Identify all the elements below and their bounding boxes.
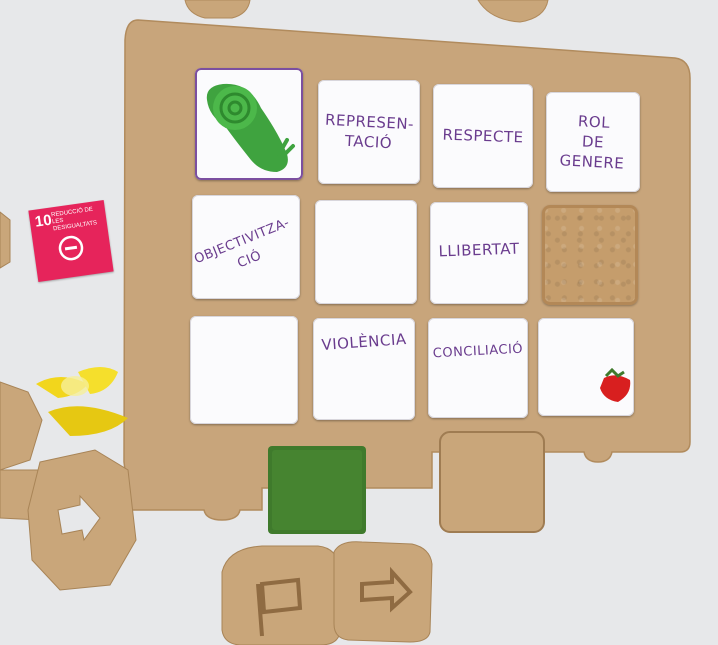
butterfly-figure [36,367,128,436]
cell-label-representacio: REPRESEN- TACIÓ [324,110,415,153]
cell-label-objectivitzacio: OBJECTIVITZA- CIÓ [192,215,292,272]
cell-label-rol-de-genere: ROL DE GENERE [559,112,625,173]
board-cell-r1c3[interactable]: RESPECTE [433,84,533,188]
sdg-number: 10 [33,211,53,231]
snail-figure [206,83,295,172]
cell-label-llibertat: LLIBERTAT [438,239,520,261]
board-cell-r3c1[interactable] [190,316,298,424]
equals-circle-icon [58,235,84,261]
sdg-card: 10 Reducció de les desigualtats [28,200,114,282]
cell-label-violencia: VIOLÈNCIA [320,330,408,354]
arrow-token [333,541,433,643]
wood-token-top-left [184,0,251,19]
loose-wood-square [439,431,545,533]
board-cell-r2c4-cork[interactable] [542,205,638,305]
photo-scene: 10 Reducció de les desigualtats REPRESEN… [0,0,718,645]
flag-token [221,545,341,645]
wood-piece-left-1 [0,381,43,471]
sdg-title: Reducció de les desigualtats [50,206,98,233]
board-cell-r3c4[interactable] [538,318,634,416]
board-cell-r3c3[interactable]: CONCILIACIÓ [428,318,528,418]
wood-token-top-right [477,0,549,23]
board-cell-r2c1[interactable]: OBJECTIVITZA- CIÓ [192,195,300,299]
cell-label-conciliacio: CONCILIACIÓ [432,341,524,362]
cell-label-respecte: RESPECTE [442,125,524,147]
wood-piece-left-edge [0,211,11,269]
board-cell-r2c2[interactable] [315,200,417,304]
board-cell-r2c3[interactable]: LLIBERTAT [430,202,528,304]
board-cell-r1c1[interactable] [195,68,303,180]
board-cell-r1c4[interactable]: ROL DE GENERE [546,92,640,192]
board-cell-r3c2[interactable]: VIOLÈNCIA [313,318,415,420]
strawberry-figure [600,367,631,402]
board-cell-r1c2[interactable]: REPRESEN- TACIÓ [318,80,420,184]
